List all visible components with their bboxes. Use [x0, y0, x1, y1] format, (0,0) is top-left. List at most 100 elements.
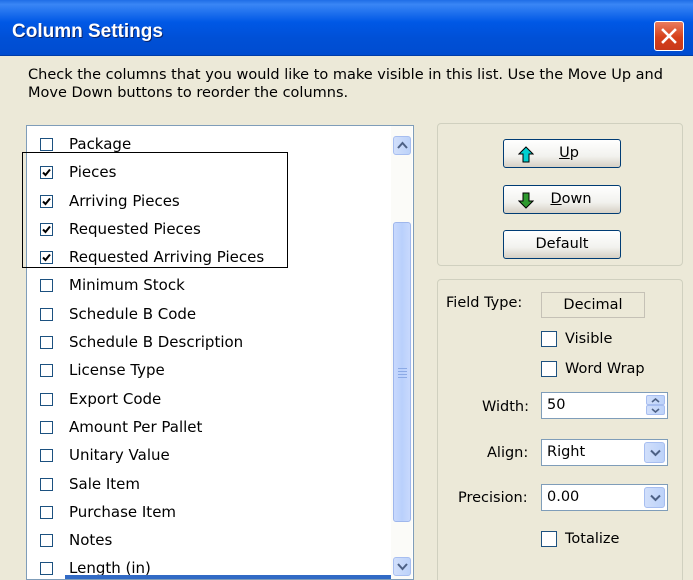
chevron-up-icon: [397, 141, 408, 149]
down-label-accel: D: [550, 191, 562, 207]
column-label: Notes: [69, 531, 113, 550]
column-checkbox[interactable]: [40, 279, 53, 293]
precision-dropdown-button[interactable]: [644, 487, 665, 508]
width-spin-buttons[interactable]: [646, 395, 665, 416]
column-checkbox[interactable]: [40, 420, 53, 434]
field-type-value: Decimal: [541, 292, 645, 318]
align-value: Right: [547, 444, 586, 460]
list-item[interactable]: License Type: [27, 357, 392, 385]
precision-label: Precision:: [458, 490, 528, 506]
list-item[interactable]: Schedule B Description: [27, 329, 392, 357]
column-label: Amount Per Pallet: [69, 417, 203, 436]
precision-value: 0.00: [547, 489, 580, 505]
column-label: Sale Item: [69, 474, 141, 493]
list-item[interactable]: Schedule B Code: [27, 301, 392, 329]
list-item[interactable]: Export Code: [27, 386, 392, 414]
column-label: Purchase Item: [69, 502, 177, 521]
list-item[interactable]: Minimum Stock: [27, 272, 392, 300]
arrow-down-icon: [518, 192, 534, 209]
list-item[interactable]: Purchase Item: [27, 499, 392, 527]
move-up-button[interactable]: Up: [503, 139, 621, 168]
scroll-up-button[interactable]: [393, 136, 411, 155]
instructions-text: Check the columns that you would like to…: [28, 67, 663, 101]
checkmark-icon: [42, 169, 51, 177]
list-item[interactable]: Pieces: [27, 159, 392, 187]
close-icon: [661, 28, 677, 44]
totalize-checkbox[interactable]: [541, 531, 557, 547]
column-label: Package: [69, 135, 132, 153]
column-label: Minimum Stock: [69, 276, 185, 295]
column-checkbox[interactable]: [40, 449, 53, 463]
checkmark-icon: [42, 197, 51, 206]
list-item-selected-partial[interactable]: [65, 575, 392, 579]
default-button[interactable]: Default: [503, 230, 621, 259]
close-button[interactable]: [654, 21, 684, 51]
column-checkbox[interactable]: [40, 307, 53, 321]
column-checkbox[interactable]: [40, 222, 53, 236]
list-item[interactable]: Requested Pieces: [27, 216, 392, 244]
scroll-grip-icon: [398, 368, 407, 380]
list-item[interactable]: Notes: [27, 527, 392, 555]
column-checkbox[interactable]: [40, 194, 53, 208]
column-label: Schedule B Description: [69, 333, 244, 352]
list-item[interactable]: Unitary Value: [27, 442, 392, 470]
up-label-accel: U: [559, 145, 570, 161]
column-list[interactable]: Package Pieces Arriving Pieces Requested Pi…: [26, 125, 414, 580]
width-spinner[interactable]: 50: [541, 392, 668, 419]
column-label: Export Code: [69, 389, 162, 408]
column-label: Arriving Pieces: [69, 191, 180, 210]
vertical-scrollbar[interactable]: [391, 126, 412, 579]
title-bar: Column Settings: [0, 0, 693, 56]
down-label-rest: own: [561, 191, 592, 207]
totalize-label: Totalize: [565, 531, 620, 547]
spin-up-button[interactable]: [646, 395, 665, 405]
column-label: Pieces: [69, 163, 117, 182]
checkmark-icon: [42, 225, 51, 234]
chevron-down-icon: [651, 408, 660, 413]
column-list-items: Package Pieces Arriving Pieces Requested Pi…: [27, 131, 392, 579]
column-checkbox[interactable]: [40, 364, 53, 378]
column-checkbox[interactable]: [40, 505, 53, 519]
list-item[interactable]: Package: [27, 131, 392, 159]
up-label-rest: p: [569, 145, 579, 161]
spin-down-button[interactable]: [646, 405, 665, 415]
list-item[interactable]: Requested Arriving Pieces: [27, 244, 392, 272]
scroll-thumb[interactable]: [393, 222, 411, 522]
column-label: Unitary Value: [69, 446, 170, 465]
word-wrap-checkbox[interactable]: [541, 361, 557, 377]
chevron-down-icon: [650, 494, 661, 502]
window-title: Column Settings: [12, 21, 163, 42]
column-label: Schedule B Code: [69, 304, 197, 323]
column-checkbox[interactable]: [40, 477, 53, 491]
column-label: Requested Arriving Pieces: [69, 248, 265, 267]
properties-group: [437, 279, 683, 580]
chevron-down-icon: [650, 449, 661, 457]
column-checkbox[interactable]: [40, 562, 53, 576]
move-down-button[interactable]: Down: [503, 185, 621, 214]
column-checkbox[interactable]: [40, 336, 53, 350]
align-label: Align:: [487, 445, 529, 461]
column-checkbox[interactable]: [40, 138, 53, 151]
chevron-up-icon: [651, 398, 660, 403]
width-label: Width:: [482, 399, 530, 415]
column-checkbox[interactable]: [40, 392, 53, 406]
list-item[interactable]: Arriving Pieces: [27, 188, 392, 216]
column-checkbox[interactable]: [40, 251, 53, 265]
column-checkbox[interactable]: [40, 534, 53, 548]
word-wrap-label: Word Wrap: [565, 361, 645, 377]
arrow-up-icon: [518, 146, 534, 163]
precision-select[interactable]: 0.00: [541, 484, 668, 511]
checkmark-icon: [42, 254, 51, 262]
scroll-down-button[interactable]: [393, 557, 411, 576]
chevron-down-icon: [397, 563, 408, 571]
align-select[interactable]: Right: [541, 439, 668, 466]
visible-checkbox[interactable]: [541, 331, 557, 347]
width-value: 50: [547, 397, 566, 413]
list-item[interactable]: Sale Item: [27, 471, 392, 499]
visible-label: Visible: [565, 331, 613, 347]
column-checkbox[interactable]: [40, 166, 53, 180]
align-dropdown-button[interactable]: [644, 442, 665, 463]
column-label: Requested Pieces: [69, 219, 201, 238]
column-label: License Type: [69, 361, 165, 380]
list-item[interactable]: Amount Per Pallet: [27, 414, 392, 442]
